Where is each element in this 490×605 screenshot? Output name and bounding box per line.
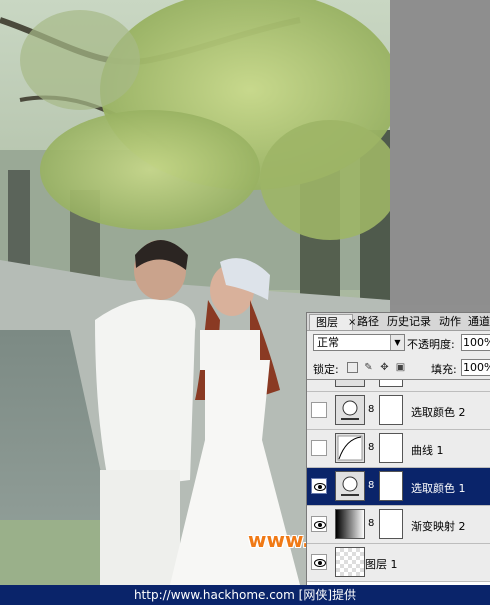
layer-row-selected[interactable]: 8 选取颜色 1	[307, 468, 490, 506]
layer-thumbnail	[335, 380, 365, 387]
visibility-toggle[interactable]	[311, 554, 327, 570]
adjustment-icon	[335, 471, 365, 501]
layer-mask-thumbnail	[379, 380, 403, 387]
tab-history[interactable]: 历史记录	[387, 314, 431, 330]
fill-label: 填充:	[431, 363, 457, 376]
lock-label: 锁定:	[313, 363, 339, 376]
layer-name: 曲线 1	[411, 444, 444, 457]
lock-icon[interactable]: ▣	[395, 362, 406, 373]
visibility-toggle[interactable]	[311, 440, 327, 456]
curves-icon	[335, 433, 365, 463]
layer-mask-thumbnail	[379, 471, 403, 501]
layer-row[interactable]: 8 渐变映射 2	[307, 506, 490, 544]
link-icon: 8	[368, 404, 375, 415]
blend-mode-select[interactable]: 正常 ▼	[313, 334, 405, 351]
gradient-map-icon	[335, 509, 365, 539]
layer-name: 选取颜色 2	[411, 406, 466, 419]
layer-mask-thumbnail	[379, 433, 403, 463]
fill-input[interactable]: 100%	[461, 359, 490, 376]
link-icon: 8	[368, 518, 375, 529]
eye-icon	[314, 559, 326, 567]
footer-credit: http://www.hackhome.com [网侠]提供	[0, 585, 490, 605]
layer-list: 8 选取颜色 2 8 曲线 1 8 选取颜色 1 8 渐变映射 2 图层 1	[307, 379, 490, 585]
chevron-down-icon[interactable]: ▼	[390, 335, 404, 350]
visibility-toggle[interactable]	[311, 516, 327, 532]
brush-icon[interactable]: ✎	[363, 362, 374, 373]
link-icon: 8	[368, 480, 375, 491]
eye-icon	[314, 521, 326, 529]
tab-layers-label: 图层	[316, 316, 338, 329]
panel-tabs: 图层 × 路径 历史记录 动作 通道	[307, 313, 490, 331]
layer-name: 选取颜色 1	[411, 482, 466, 495]
opacity-input[interactable]: 100%	[461, 334, 490, 351]
layer-row[interactable]	[307, 380, 490, 392]
lock-transparency-icon[interactable]	[347, 362, 358, 373]
layer-name: 渐变映射 2	[411, 520, 466, 533]
tab-actions[interactable]: 动作	[439, 314, 461, 330]
layer-name: 图层 1	[365, 558, 398, 571]
move-icon[interactable]: ✥	[379, 362, 390, 373]
tab-paths[interactable]: 路径	[357, 314, 379, 330]
canvas-background	[390, 0, 490, 305]
layer-mask-thumbnail	[379, 395, 403, 425]
close-icon[interactable]: ×	[348, 315, 356, 331]
layer-thumbnail	[335, 547, 365, 577]
eye-icon	[314, 483, 326, 491]
layer-row[interactable]: 8 选取颜色 2	[307, 392, 490, 430]
lock-row: 锁定: ✎ ✥ ▣ 填充: 100%	[307, 359, 490, 377]
link-icon: 8	[368, 442, 375, 453]
visibility-toggle[interactable]	[311, 478, 327, 494]
blend-row: 正常 ▼ 不透明度: 100%	[307, 332, 490, 354]
layer-row[interactable]: 图层 1	[307, 544, 490, 582]
tab-layers[interactable]: 图层 ×	[309, 314, 356, 331]
tab-channels[interactable]: 通道	[468, 314, 490, 330]
adjustment-icon	[335, 395, 365, 425]
layer-mask-thumbnail	[379, 509, 403, 539]
blend-mode-value: 正常	[317, 336, 339, 349]
opacity-label: 不透明度:	[407, 338, 455, 351]
layers-panel: 图层 × 路径 历史记录 动作 通道 正常 ▼ 不透明度: 100% 锁定: ✎…	[306, 312, 490, 585]
visibility-toggle[interactable]	[311, 402, 327, 418]
layer-row[interactable]: 8 曲线 1	[307, 430, 490, 468]
